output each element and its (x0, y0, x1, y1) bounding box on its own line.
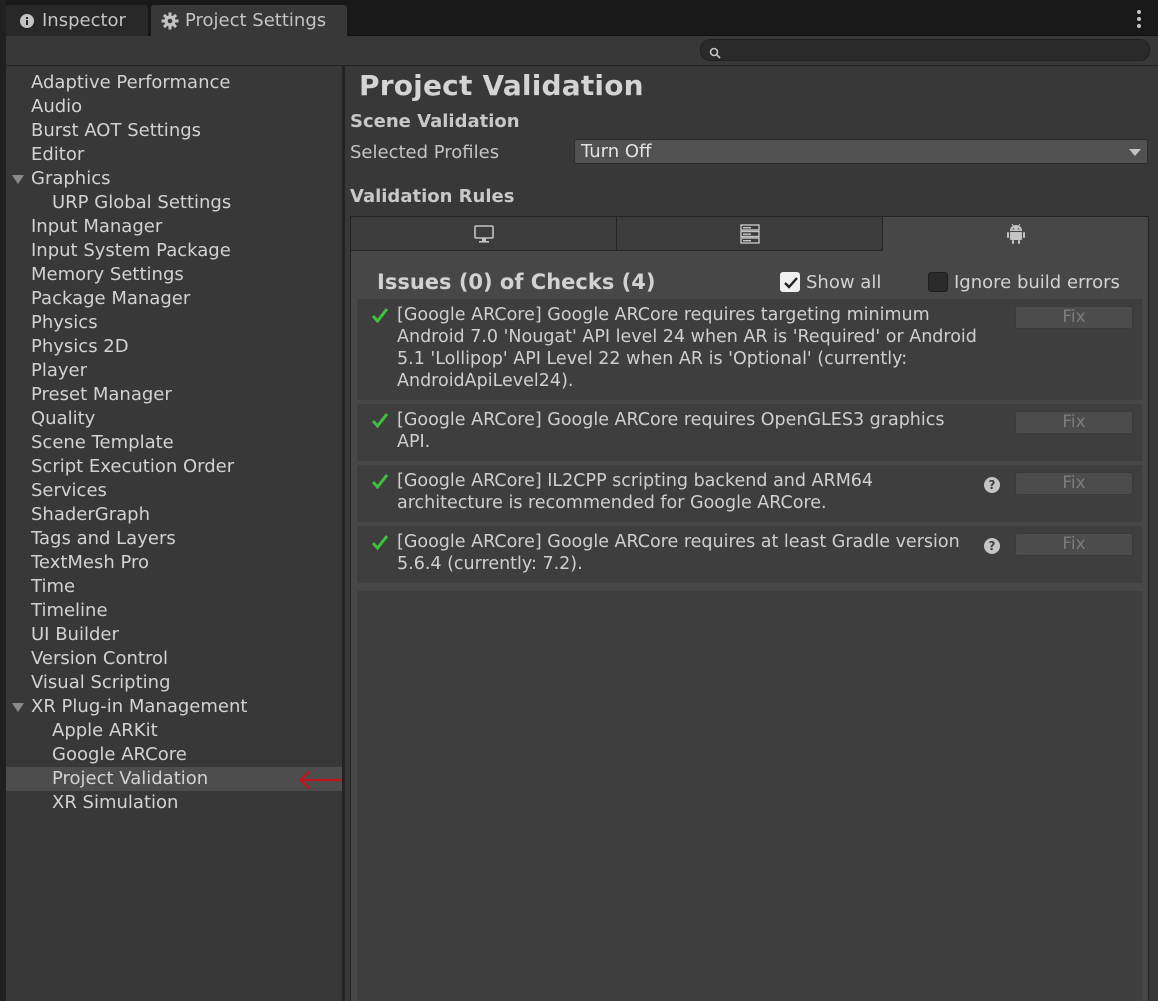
success-check-icon (371, 413, 389, 428)
tab-label: Project Settings (185, 10, 327, 31)
rule-list: [Google ARCore] Google ARCore requires t… (357, 299, 1142, 587)
sidebar-item-adaptive-performance[interactable]: Adaptive Performance (6, 71, 342, 95)
sidebar-item-memory-settings[interactable]: Memory Settings (6, 263, 342, 287)
sidebar-item-visual-scripting[interactable]: Visual Scripting (6, 671, 342, 695)
sidebar-item-preset-manager[interactable]: Preset Manager (6, 383, 342, 407)
success-check-icon (371, 474, 389, 489)
fix-button[interactable]: Fix (1015, 472, 1133, 495)
tab-platform-standalone[interactable] (351, 217, 617, 251)
sidebar-item-shadergraph[interactable]: ShaderGraph (6, 503, 342, 527)
sidebar-item-textmesh-pro[interactable]: TextMesh Pro (6, 551, 342, 575)
sidebar-item-physics-2d[interactable]: Physics 2D (6, 335, 342, 359)
validation-rules-panel: Issues (0) of Checks (4) Show all Ignore… (350, 251, 1149, 1001)
more-options-icon[interactable] (1136, 10, 1142, 28)
fix-button[interactable]: Fix (1015, 533, 1133, 556)
rule-text: [Google ARCore] IL2CPP scripting backend… (397, 471, 874, 513)
sidebar-item-tags-and-layers[interactable]: Tags and Layers (6, 527, 342, 551)
fix-button[interactable]: Fix (1015, 411, 1133, 434)
chevron-down-icon (1129, 149, 1141, 156)
rule-text: [Google ARCore] Google ARCore requires t… (397, 305, 977, 391)
foldout-arrow-icon[interactable] (12, 703, 24, 712)
search-icon (709, 44, 721, 59)
window-tab-bar: Inspector Project Settings (0, 0, 1158, 36)
success-check-icon (371, 308, 389, 323)
sidebar-item-package-manager[interactable]: Package Manager (6, 287, 342, 311)
selected-profiles-label: Selected Profiles (350, 142, 500, 163)
sidebar-item-services[interactable]: Services (6, 479, 342, 503)
sidebar-item-input-manager[interactable]: Input Manager (6, 215, 342, 239)
help-icon[interactable]: ? (984, 477, 1000, 493)
selected-profiles-dropdown[interactable]: Turn Off (574, 139, 1148, 164)
sidebar-item-script-execution-order[interactable]: Script Execution Order (6, 455, 342, 479)
sidebar-item-project-validation[interactable]: Project Validation (6, 767, 342, 791)
issues-count-title: Issues (0) of Checks (4) (377, 270, 656, 294)
sidebar-item-editor[interactable]: Editor (6, 143, 342, 167)
settings-sidebar: Adaptive Performance Audio Burst AOT Set… (6, 67, 342, 1001)
sidebar-item-xr-simulation[interactable]: XR Simulation (6, 791, 342, 815)
tab-inspector[interactable]: Inspector (5, 5, 148, 36)
platform-tab-bar (350, 216, 1149, 251)
sidebar-item-time[interactable]: Time (6, 575, 342, 599)
android-icon (1006, 223, 1025, 244)
fix-button[interactable]: Fix (1015, 306, 1133, 329)
checkmark-icon (784, 277, 798, 289)
page-title: Project Validation (359, 69, 644, 102)
list-item: [Google ARCore] IL2CPP scripting backend… (357, 465, 1142, 522)
rules-empty-area (357, 591, 1142, 1001)
sidebar-item-burst-aot-settings[interactable]: Burst AOT Settings (6, 119, 342, 143)
tab-label: Inspector (42, 10, 126, 31)
sidebar-item-scene-template[interactable]: Scene Template (6, 431, 342, 455)
success-check-icon (371, 535, 389, 550)
info-icon (18, 12, 36, 30)
rule-text: [Google ARCore] Google ARCore requires a… (397, 532, 960, 574)
validation-rules-heading: Validation Rules (350, 186, 515, 207)
sidebar-item-google-arcore[interactable]: Google ARCore (6, 743, 342, 767)
server-icon (739, 223, 760, 244)
sidebar-item-timeline[interactable]: Timeline (6, 599, 342, 623)
sidebar-item-ui-builder[interactable]: UI Builder (6, 623, 342, 647)
list-item: [Google ARCore] Google ARCore requires t… (357, 299, 1142, 400)
sidebar-item-player[interactable]: Player (6, 359, 342, 383)
sidebar-item-label: XR Plug-in Management (31, 696, 248, 717)
monitor-icon (473, 224, 494, 243)
foldout-arrow-icon[interactable] (12, 175, 24, 184)
ignore-build-errors-label[interactable]: Ignore build errors (954, 272, 1120, 293)
tab-platform-android[interactable] (883, 217, 1148, 251)
scene-validation-heading: Scene Validation (350, 111, 520, 132)
show-all-label[interactable]: Show all (806, 272, 881, 293)
sidebar-item-quality[interactable]: Quality (6, 407, 342, 431)
annotation-arrow-icon (298, 770, 345, 790)
sidebar-item-apple-arkit[interactable]: Apple ARKit (6, 719, 342, 743)
sidebar-item-xr-plugin-management[interactable]: XR Plug-in Management (6, 695, 342, 719)
dropdown-value: Turn Off (581, 141, 652, 162)
sidebar-item-version-control[interactable]: Version Control (6, 647, 342, 671)
show-all-checkbox[interactable] (780, 272, 800, 292)
rule-text: [Google ARCore] Google ARCore requires O… (397, 410, 945, 452)
tab-project-settings[interactable]: Project Settings (151, 5, 347, 36)
sidebar-item-physics[interactable]: Physics (6, 311, 342, 335)
list-item: [Google ARCore] Google ARCore requires a… (357, 526, 1142, 583)
sidebar-item-input-system-package[interactable]: Input System Package (6, 239, 342, 263)
ignore-build-errors-checkbox[interactable] (928, 272, 948, 292)
list-item: [Google ARCore] Google ARCore requires O… (357, 404, 1142, 461)
settings-toolbar (0, 36, 1158, 66)
tab-platform-server[interactable] (617, 217, 883, 251)
sidebar-item-urp-global-settings[interactable]: URP Global Settings (6, 191, 342, 215)
search-input[interactable] (700, 39, 1150, 61)
project-validation-panel: Project Validation Scene Validation Sele… (345, 67, 1158, 1001)
sidebar-item-graphics[interactable]: Graphics (6, 167, 342, 191)
gear-icon (161, 12, 179, 30)
help-icon[interactable]: ? (984, 538, 1000, 554)
sidebar-item-label: Graphics (31, 168, 111, 189)
sidebar-item-audio[interactable]: Audio (6, 95, 342, 119)
